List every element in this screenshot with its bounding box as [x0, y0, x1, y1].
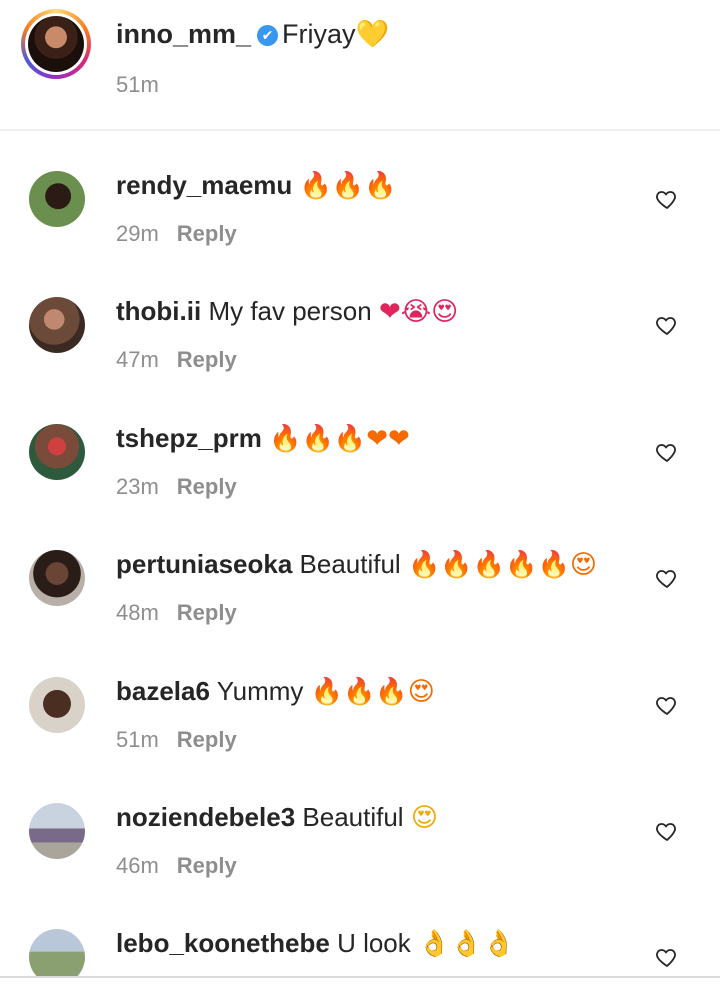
comment-emoji: 👌👌👌: [418, 929, 516, 959]
comment-item: tshepz_prm 🔥🔥🔥❤❤ 23m Reply: [0, 423, 720, 550]
avatar[interactable]: [29, 677, 85, 733]
caption-timestamp: 51m: [116, 72, 159, 97]
comment-item: bazela6 Yummy 🔥🔥🔥😍 51m Reply: [0, 676, 720, 803]
comment-item: lebo_koonethebe U look 👌👌👌: [0, 929, 720, 976]
caption-username[interactable]: inno_mm_: [116, 19, 251, 49]
heart-outline-icon[interactable]: [655, 566, 679, 590]
comment-body: lebo_koonethebe U look 👌👌👌: [116, 929, 515, 962]
comment-text: My fav person: [208, 296, 372, 326]
avatar[interactable]: [29, 929, 85, 976]
heart-outline-icon[interactable]: [655, 187, 679, 211]
post-caption: inno_mm_ ✔ Friyay💛 51m: [0, 0, 720, 130]
heart-outline-icon[interactable]: [655, 313, 679, 337]
comment-item: thobi.ii My fav person ❤😭😍 47m Reply: [0, 296, 720, 423]
comment-body: noziendebele3 Beautiful 😍: [116, 799, 438, 836]
comment-body: rendy_maemu 🔥🔥🔥: [116, 167, 397, 204]
comment-body: tshepz_prm 🔥🔥🔥❤❤: [116, 420, 410, 457]
heart-outline-icon[interactable]: [655, 945, 679, 969]
comment-item: pertuniaseoka Beautiful 🔥🔥🔥🔥🔥😍 48m Reply: [0, 549, 720, 676]
comment-username[interactable]: thobi.ii: [116, 296, 201, 326]
comment-username[interactable]: tshepz_prm: [116, 423, 262, 453]
comment-emoji: 😍: [410, 803, 438, 833]
comment-emoji: ❤😭😍: [378, 297, 459, 327]
comment-text: Beautiful: [302, 802, 404, 832]
reply-button[interactable]: Reply: [177, 474, 237, 499]
story-ring[interactable]: [21, 9, 91, 79]
avatar[interactable]: [29, 803, 85, 859]
comment-meta: 29m Reply: [116, 221, 237, 247]
comment-username[interactable]: bazela6: [116, 676, 210, 706]
reply-button[interactable]: Reply: [177, 221, 237, 246]
caption-avatar[interactable]: [28, 16, 84, 72]
avatar[interactable]: [29, 424, 85, 480]
caption-line: inno_mm_ ✔ Friyay💛: [116, 14, 389, 55]
caption-divider: [0, 129, 720, 131]
comment-body: thobi.ii My fav person ❤😭😍: [116, 293, 458, 330]
comment-emoji: 🔥🔥🔥😍: [310, 677, 435, 707]
bottom-divider: [0, 976, 720, 978]
comment-text: Yummy: [216, 676, 304, 706]
comment-timestamp: 29m: [116, 221, 159, 246]
heart-outline-icon[interactable]: [655, 440, 679, 464]
avatar[interactable]: [29, 297, 85, 353]
reply-button[interactable]: Reply: [177, 853, 237, 878]
comment-timestamp: 51m: [116, 727, 159, 752]
comment-emoji: 🔥🔥🔥🔥🔥😍: [407, 550, 597, 580]
comment-item: rendy_maemu 🔥🔥🔥 29m Reply: [0, 170, 720, 297]
comment-body: pertuniaseoka Beautiful 🔥🔥🔥🔥🔥😍: [116, 546, 597, 583]
comment-meta: 46m Reply: [116, 853, 237, 879]
reply-button[interactable]: Reply: [177, 727, 237, 752]
comment-username[interactable]: pertuniaseoka: [116, 549, 292, 579]
comment-emoji: 🔥🔥🔥❤❤: [269, 424, 410, 454]
comment-timestamp: 46m: [116, 853, 159, 878]
caption-text: Friyay: [282, 19, 356, 49]
avatar[interactable]: [29, 171, 85, 227]
caption-emoji: 💛: [355, 19, 390, 50]
comment-meta: 51m Reply: [116, 727, 237, 753]
avatar[interactable]: [29, 550, 85, 606]
reply-button[interactable]: Reply: [177, 600, 237, 625]
comment-meta: 23m Reply: [116, 474, 237, 500]
heart-outline-icon[interactable]: [655, 819, 679, 843]
comment-timestamp: 23m: [116, 474, 159, 499]
comment-timestamp: 48m: [116, 600, 159, 625]
verified-badge-icon: ✔: [257, 25, 279, 46]
comment-text: U look: [337, 929, 411, 958]
reply-button[interactable]: Reply: [177, 347, 237, 372]
comment-timestamp: 47m: [116, 347, 159, 372]
comment-username[interactable]: rendy_maemu: [116, 170, 292, 200]
comment-meta: 47m Reply: [116, 347, 237, 373]
comment-username[interactable]: noziendebele3: [116, 802, 295, 832]
heart-outline-icon[interactable]: [655, 693, 679, 717]
comment-emoji: 🔥🔥🔥: [299, 171, 397, 201]
comment-item: noziendebele3 Beautiful 😍 46m Reply: [0, 802, 720, 929]
comment-username[interactable]: lebo_koonethebe: [116, 929, 330, 958]
comment-meta: 48m Reply: [116, 600, 237, 626]
comment-body: bazela6 Yummy 🔥🔥🔥😍: [116, 673, 435, 710]
comment-text: Beautiful: [299, 549, 401, 579]
